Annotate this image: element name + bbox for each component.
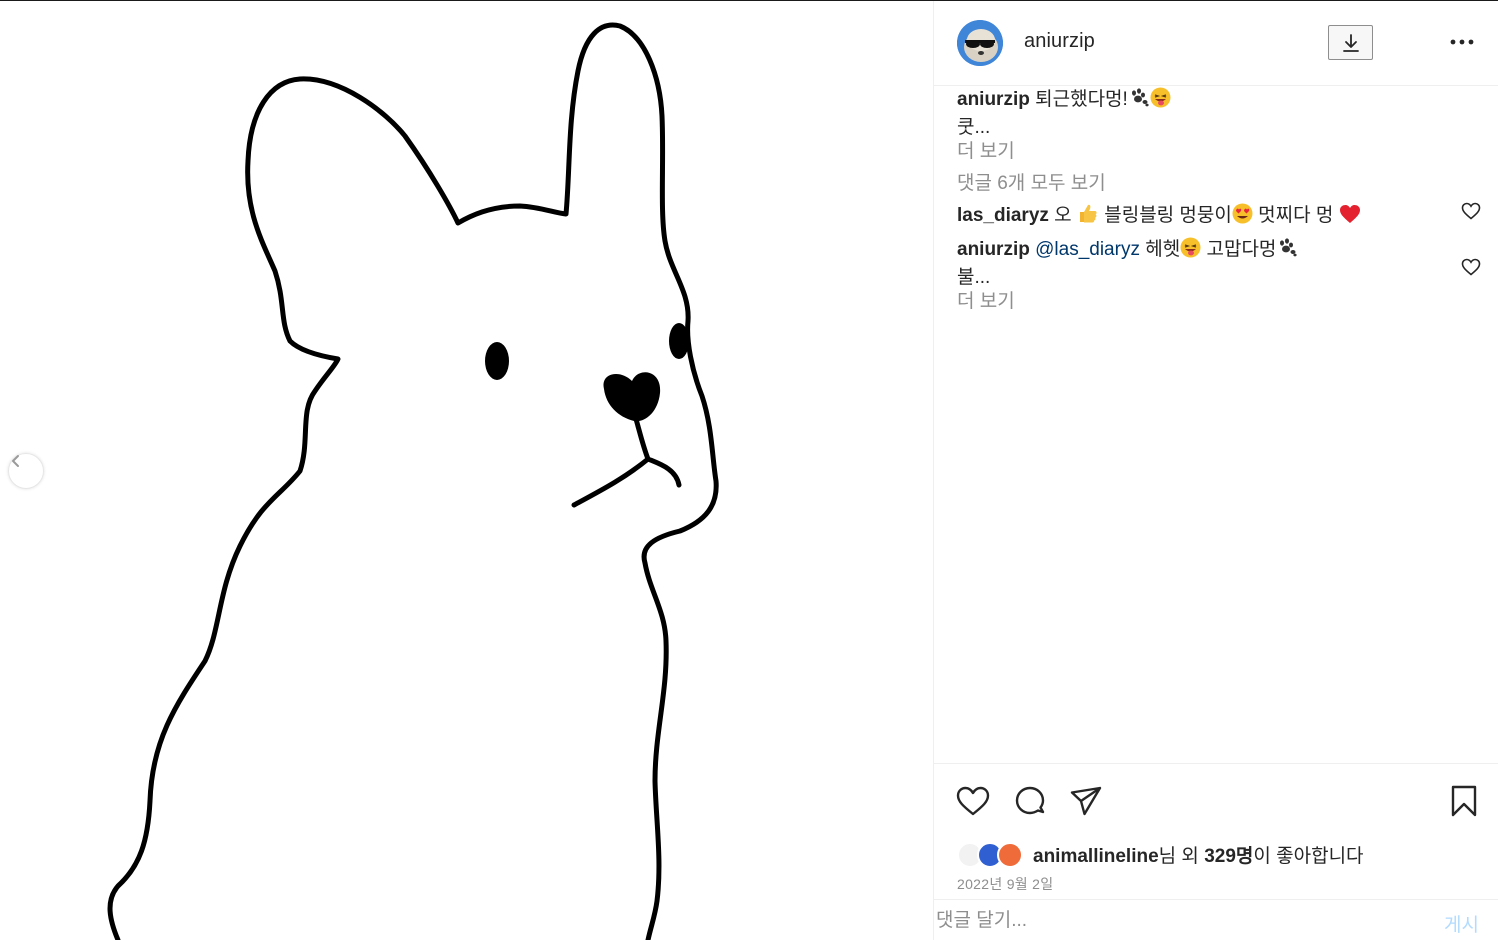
comment-input[interactable]	[936, 906, 1416, 936]
post-username[interactable]: aniurzip	[1024, 30, 1095, 53]
comment-username[interactable]: las_diaryz	[957, 205, 1049, 226]
comment-row: las_diaryz 오 블링블링 멍뭉이 멋찌다 멍	[957, 202, 1487, 231]
comment-more-line: 불...	[957, 267, 991, 288]
tongue-wink-emoji-icon	[1180, 237, 1201, 265]
caption-line: aniurzip 퇴근했다멍!	[957, 87, 1487, 115]
comment-composer: 게시	[934, 899, 1498, 940]
comment-mention-link[interactable]: @las_diaryz	[1035, 239, 1140, 260]
post-media	[0, 1, 933, 940]
liker-username[interactable]: animallineline	[1033, 846, 1159, 867]
post-header: aniurzip	[934, 1, 1498, 86]
dog-line-drawing	[107, 22, 719, 940]
liker-avatars	[957, 842, 1029, 870]
bookmark-icon[interactable]	[1446, 783, 1482, 819]
comment-like-heart-icon[interactable]	[1460, 200, 1482, 222]
avatar[interactable]	[957, 20, 1003, 66]
more-icon	[1450, 39, 1474, 45]
paw-emoji-icon	[1128, 88, 1150, 115]
post-date: 2022년 9월 2일	[957, 876, 1054, 892]
likes-text-part: 이 좋아합니다	[1253, 846, 1364, 867]
comment-username[interactable]: aniurzip	[957, 239, 1030, 260]
comment-text: 고맙다멍	[1201, 239, 1277, 260]
red-heart-emoji-icon	[1339, 204, 1361, 231]
likes-count[interactable]: 329명	[1204, 846, 1253, 867]
liker-avatar	[997, 842, 1023, 868]
comment-text: 멋찌다 멍	[1252, 205, 1339, 226]
previous-slide-button[interactable]	[8, 453, 44, 489]
download-button[interactable]	[1328, 25, 1373, 60]
more-options-button[interactable]	[1448, 27, 1476, 57]
post-side-panel: aniurzip aniurzip 퇴근했다멍! 쿳... 더 보기 댓글 6개…	[933, 1, 1498, 940]
post-comment-button[interactable]: 게시	[1444, 910, 1479, 937]
post-actions-section: animallineline님 외 329명이 좋아합니다 2022년 9월 2…	[934, 763, 1498, 939]
chevron-left-icon	[12, 455, 19, 467]
heart-icon[interactable]	[955, 783, 991, 819]
comment-like-heart-icon[interactable]	[1460, 256, 1482, 278]
tongue-wink-emoji-icon	[1150, 87, 1171, 115]
comment-see-more-link[interactable]: 더 보기	[957, 290, 1487, 314]
download-icon	[1342, 33, 1359, 52]
comment-text: 오	[1048, 205, 1077, 226]
likes-text-part: 님 외	[1158, 846, 1205, 867]
comment-text: 블링블링 멍뭉이	[1098, 205, 1232, 226]
paw-emoji-icon	[1276, 238, 1298, 265]
caption-more-line: 쿳...	[957, 117, 991, 138]
avatar-dog-image	[957, 20, 1003, 66]
likes-summary: animallineline님 외 329명이 좋아합니다	[1033, 846, 1364, 868]
comment-text: 헤헷	[1139, 239, 1181, 260]
share-icon[interactable]	[1068, 783, 1104, 819]
comment-row: aniurzip @las_diaryz 헤헷 고맙다멍	[957, 237, 1487, 265]
caption-text: 퇴근했다멍!	[1029, 89, 1128, 110]
heart-eyes-emoji-icon	[1232, 203, 1253, 231]
caption-see-more-link[interactable]: 더 보기	[957, 140, 1487, 164]
view-all-comments-link[interactable]: 댓글 6개 모두 보기	[957, 172, 1487, 196]
caption-username[interactable]: aniurzip	[957, 89, 1030, 110]
comment-icon[interactable]	[1012, 783, 1048, 819]
comment-list: aniurzip 퇴근했다멍! 쿳... 더 보기 댓글 6개 모두 보기 la…	[957, 87, 1487, 314]
thumbs-up-emoji-icon	[1077, 202, 1099, 231]
